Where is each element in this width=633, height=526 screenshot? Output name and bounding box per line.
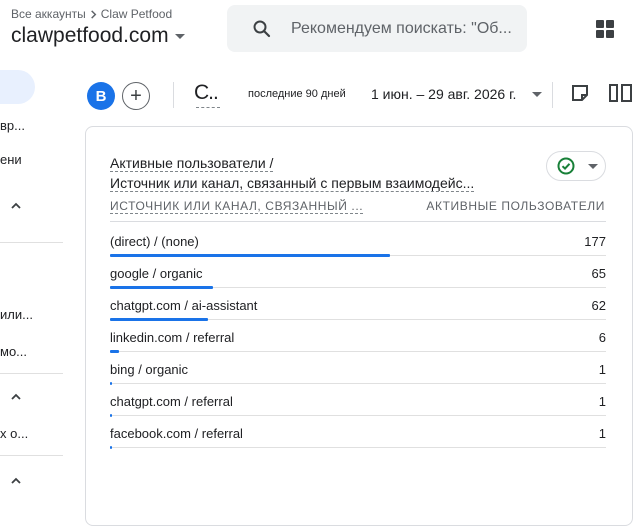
date-dropdown-icon[interactable] [532, 92, 542, 97]
breadcrumb-root[interactable]: Все аккаунты [11, 7, 86, 21]
card-title-metric[interactable]: Активные пользователи / [110, 155, 274, 172]
chevron-right-icon [90, 9, 97, 19]
row-label: (direct) / (none) [110, 234, 199, 249]
chevron-up-icon[interactable] [10, 200, 22, 212]
search-bar[interactable]: Рекомендуем поискать: "Об... [227, 5, 527, 52]
property-selector[interactable]: clawpetfood.com [11, 24, 185, 48]
breadcrumb-account[interactable]: Claw Petfood [101, 7, 172, 21]
row-value: 1 [598, 394, 606, 409]
nav-active-item[interactable] [0, 70, 35, 104]
row-value: 1 [598, 426, 606, 441]
property-name: clawpetfood.com [11, 24, 169, 47]
table-row[interactable]: linkedin.com / referral 6 [110, 319, 606, 353]
split-panel-icon[interactable] [608, 83, 633, 103]
row-divider [110, 447, 606, 448]
row-value: 65 [591, 266, 606, 281]
search-icon [253, 20, 271, 37]
left-nav: вр... ени или... мо... х о... [0, 62, 63, 511]
note-icon[interactable] [570, 83, 590, 103]
header-divider [110, 221, 606, 222]
caret-down-icon [174, 33, 185, 39]
data-quality-button[interactable] [546, 151, 606, 181]
check-circle-icon [557, 157, 575, 175]
row-label: linkedin.com / referral [110, 330, 235, 345]
comparison-underline [196, 107, 220, 108]
table-row[interactable]: google / organic 65 [110, 255, 606, 289]
row-label: chatgpt.com / referral [110, 394, 233, 409]
row-value: 6 [598, 330, 606, 345]
top-header: Все аккаунты Claw Petfood clawpetfood.co… [0, 0, 633, 62]
breadcrumb[interactable]: Все аккаунты Claw Petfood [11, 7, 172, 21]
row-value: 62 [591, 298, 606, 313]
nav-item-3[interactable]: или... [0, 307, 33, 322]
search-placeholder: Рекомендуем поискать: "Об... [291, 19, 512, 37]
report-card: Активные пользователи / Источник или кан… [85, 126, 633, 526]
table-row[interactable]: (direct) / (none) 177 [110, 223, 606, 257]
table-row[interactable]: chatgpt.com / referral 1 [110, 383, 606, 417]
date-period-label[interactable]: последние 90 дней [248, 88, 346, 100]
nav-divider [0, 455, 63, 456]
nav-item-1[interactable]: вр... [0, 118, 25, 133]
caret-down-icon [588, 163, 598, 169]
row-label: bing / organic [110, 362, 189, 377]
column-header-metric[interactable]: АКТИВНЫЕ ПОЛЬЗОВАТЕЛИ [426, 199, 605, 213]
card-title-dimension[interactable]: Источник или канал, связанный с первым в… [110, 175, 475, 192]
row-label: google / organic [110, 266, 203, 281]
nav-divider [0, 373, 63, 374]
report-toolbar: B + C.. последние 90 дней 1 июн. – 29 ав… [63, 62, 633, 126]
row-value: 1 [598, 362, 606, 377]
column-header-dimension[interactable]: ИСТОЧНИК ИЛИ КАНАЛ, СВЯЗАННЫЙ ... [110, 199, 364, 214]
table-row[interactable]: chatgpt.com / ai-assistant 62 [110, 287, 606, 321]
toolbar-divider [173, 82, 174, 108]
table-row[interactable]: bing / organic 1 [110, 351, 606, 385]
row-value: 177 [584, 234, 606, 249]
nav-divider [0, 242, 63, 243]
comparison-chip[interactable]: C.. [194, 81, 219, 105]
chevron-up-icon[interactable] [10, 475, 22, 487]
apps-grid-icon[interactable] [596, 20, 614, 38]
row-label: chatgpt.com / ai-assistant [110, 298, 258, 313]
nav-item-5[interactable]: х о... [0, 426, 28, 441]
add-comparison-button[interactable]: + [122, 82, 150, 110]
row-label: facebook.com / referral [110, 426, 243, 441]
toolbar-divider [552, 82, 553, 108]
chevron-up-icon[interactable] [10, 391, 22, 403]
comparison-avatar[interactable]: B [87, 82, 115, 110]
date-range-value[interactable]: 1 июн. – 29 авг. 2026 г. [371, 86, 516, 102]
nav-item-2[interactable]: ени [0, 152, 22, 167]
table-row[interactable]: facebook.com / referral 1 [110, 415, 606, 449]
row-value-bar [110, 446, 112, 449]
nav-item-4[interactable]: мо... [0, 344, 27, 359]
